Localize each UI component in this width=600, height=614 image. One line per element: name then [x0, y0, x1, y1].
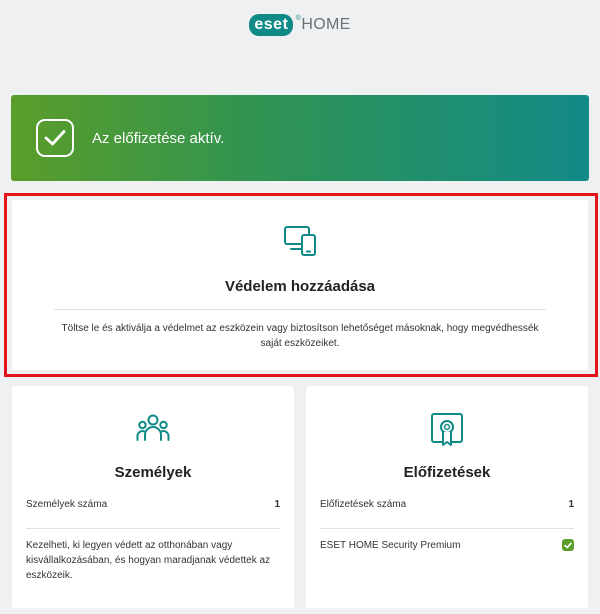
header: eset ® HOME — [0, 0, 600, 50]
subscriptions-count-row: Előfizetések száma 1 — [320, 499, 574, 510]
people-count-value: 1 — [274, 499, 280, 510]
divider — [26, 528, 280, 529]
divider — [54, 309, 546, 310]
registered-mark: ® — [295, 15, 302, 22]
eset-logo-text: eset — [254, 16, 289, 33]
certificate-icon — [430, 412, 464, 453]
people-card[interactable]: Személyek Személyek száma 1 Kezelheti, k… — [12, 386, 294, 608]
people-title: Személyek — [114, 464, 192, 481]
eset-logo: eset ® — [249, 14, 301, 36]
people-count-label: Személyek száma — [26, 499, 108, 510]
subscription-status-banner: Az előfizetése aktív. — [11, 95, 589, 181]
divider — [320, 528, 574, 529]
devices-icon — [283, 224, 319, 263]
product-name: HOME — [301, 16, 351, 33]
subscriptions-count-label: Előfizetések száma — [320, 499, 407, 510]
people-description: Kezelheti, ki legyen védett az otthonába… — [26, 540, 271, 581]
subscription-status-text: Az előfizetése aktív. — [92, 129, 225, 147]
add-protection-description: Töltse le és aktiválja a védelmet az esz… — [61, 323, 539, 349]
eset-home-logo[interactable]: eset ® HOME — [249, 14, 350, 36]
subscriptions-title: Előfizetések — [403, 464, 491, 481]
people-icon — [136, 412, 170, 449]
status-ok-icon — [562, 539, 574, 551]
add-protection-card[interactable]: Védelem hozzáadása Töltse le és aktiválj… — [12, 200, 588, 370]
subscriptions-card[interactable]: Előfizetések Előfizetések száma 1 ESET H… — [306, 386, 588, 608]
checkmark-icon — [36, 119, 74, 157]
add-protection-title: Védelem hozzáadása — [224, 278, 376, 295]
people-count-row: Személyek száma 1 — [26, 499, 280, 510]
subscriptions-count-value: 1 — [568, 499, 574, 510]
subscription-item-row[interactable]: ESET HOME Security Premium — [320, 539, 574, 551]
subscription-item-name: ESET HOME Security Premium — [320, 539, 461, 551]
